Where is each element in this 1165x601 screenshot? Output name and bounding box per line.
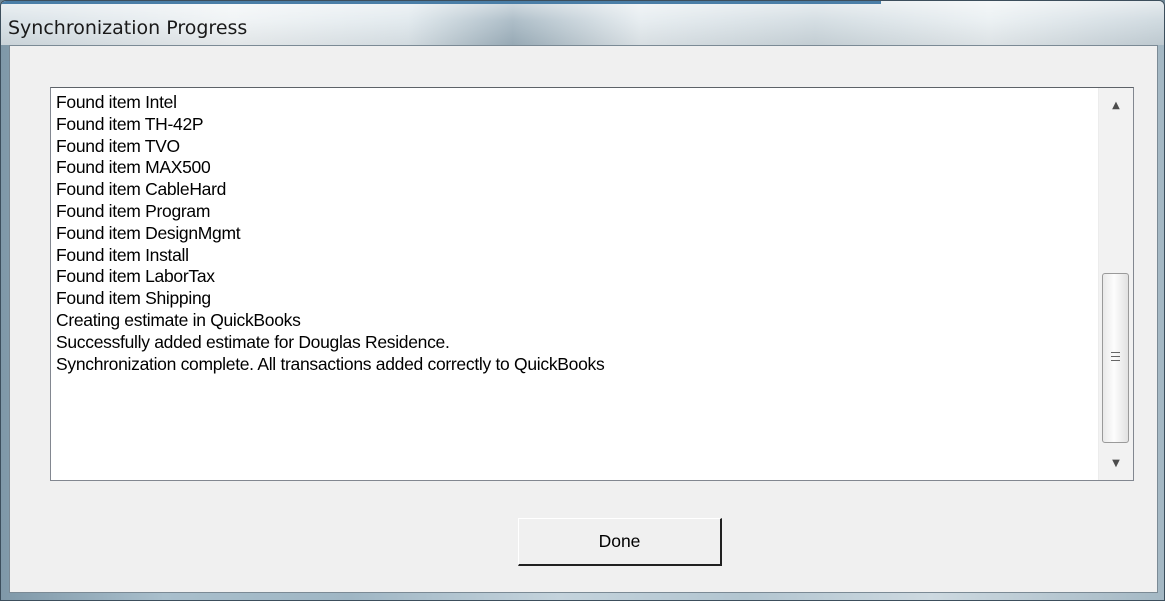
- progress-log[interactable]: Found item Intel Found item TH-42P Found…: [50, 87, 1134, 481]
- sync-progress-window: Synchronization Progress Found item Inte…: [0, 0, 1165, 601]
- log-line: Found item DesignMgmt: [56, 222, 241, 243]
- title-bar[interactable]: Synchronization Progress: [1, 1, 1164, 45]
- dialog-client-area: Found item Intel Found item TH-42P Found…: [9, 45, 1158, 593]
- scroll-grip-icon: [1111, 352, 1120, 361]
- vertical-scrollbar[interactable]: ▲ ▼: [1098, 88, 1133, 480]
- log-line: Found item LaborTax: [56, 266, 215, 287]
- log-line: Found item CableHard: [56, 179, 227, 200]
- scroll-thumb[interactable]: [1102, 273, 1129, 443]
- log-line: Found item TVO: [56, 135, 180, 156]
- scroll-down-arrow-icon[interactable]: ▼: [1099, 448, 1133, 478]
- log-line: Found item TH-42P: [56, 113, 204, 134]
- window-title: Synchronization Progress: [8, 17, 248, 39]
- log-line: Found item MAX500: [56, 157, 211, 178]
- log-line: Creating estimate in QuickBooks: [56, 309, 301, 330]
- scroll-up-arrow-icon[interactable]: ▲: [1099, 90, 1133, 120]
- done-button[interactable]: Done: [518, 518, 722, 566]
- log-line: Found item Program: [56, 200, 211, 221]
- log-line: Found item Shipping: [56, 288, 211, 309]
- log-line: Found item Install: [56, 244, 189, 265]
- log-line: Found item Intel: [56, 92, 177, 112]
- log-line: Successfully added estimate for Douglas …: [56, 331, 450, 352]
- log-lines: Found item Intel Found item TH-42P Found…: [56, 92, 1096, 375]
- log-line: Synchronization complete. All transactio…: [56, 353, 605, 374]
